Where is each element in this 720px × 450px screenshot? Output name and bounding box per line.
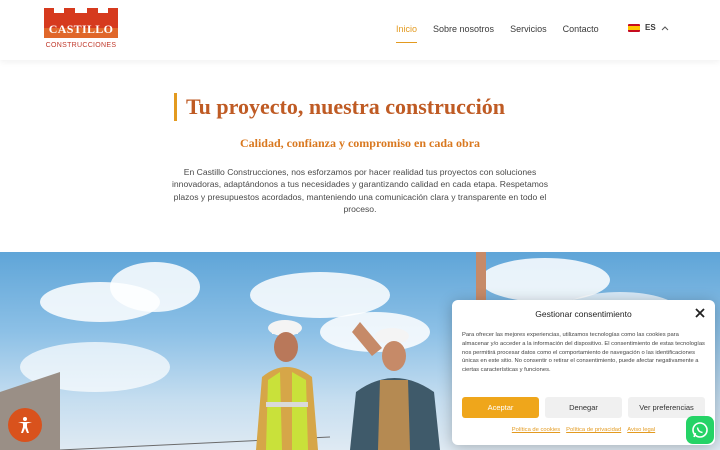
page-subtitle: Calidad, confianza y compromiso en cada … — [239, 136, 481, 150]
cookie-consent-dialog: Gestionar consentimiento Para ofrecer la… — [452, 300, 715, 445]
accept-button[interactable]: Aceptar — [462, 397, 539, 418]
whatsapp-icon — [692, 422, 708, 438]
legal-notice-link[interactable]: Aviso legal — [627, 427, 655, 433]
logo-subtitle: CONSTRUCCIONES — [45, 42, 117, 49]
nav-item-inicio[interactable]: Inicio — [396, 22, 418, 43]
accessibility-button[interactable] — [8, 408, 42, 442]
chevron-up-icon — [661, 25, 669, 30]
consent-links: Política de cookies Política de privacid… — [452, 427, 715, 433]
consent-text: Para ofrecer las mejores experiencias, u… — [462, 332, 705, 374]
site-header: CASTILLO CONSTRUCCIONES Inicio Sobre nos… — [0, 0, 720, 60]
cookie-policy-link[interactable]: Política de cookies — [512, 427, 560, 433]
castillo-logo[interactable]: CASTILLO CONSTRUCCIONES — [44, 8, 118, 54]
nav-item-contacto[interactable]: Contacto — [563, 22, 599, 38]
deny-button[interactable]: Denegar — [545, 397, 622, 418]
whatsapp-button[interactable] — [686, 416, 714, 444]
close-icon[interactable] — [695, 308, 705, 318]
privacy-policy-link[interactable]: Política de privacidad — [566, 427, 621, 433]
nav-item-sobre-nosotros[interactable]: Sobre nosotros — [433, 22, 494, 38]
page-title: Tu proyecto, nuestra construcción — [186, 94, 505, 119]
hero-heading-wrap: Tu proyecto, nuestra construcción — [174, 92, 505, 122]
accessibility-icon — [18, 417, 32, 433]
main-nav: Inicio Sobre nosotros Servicios Contacto — [396, 22, 615, 43]
nav-item-servicios[interactable]: Servicios — [510, 22, 547, 38]
consent-title: Gestionar consentimiento — [535, 309, 632, 319]
intro-paragraph: En Castillo Construcciones, nos esforzam… — [171, 167, 548, 215]
language-selector[interactable]: ES — [628, 23, 669, 32]
spain-flag-icon — [628, 23, 640, 32]
view-preferences-button[interactable]: Ver preferencias — [628, 397, 705, 418]
logo-name: CASTILLO — [48, 22, 114, 36]
heading-accent-bar — [174, 93, 177, 121]
language-label: ES — [645, 23, 656, 32]
